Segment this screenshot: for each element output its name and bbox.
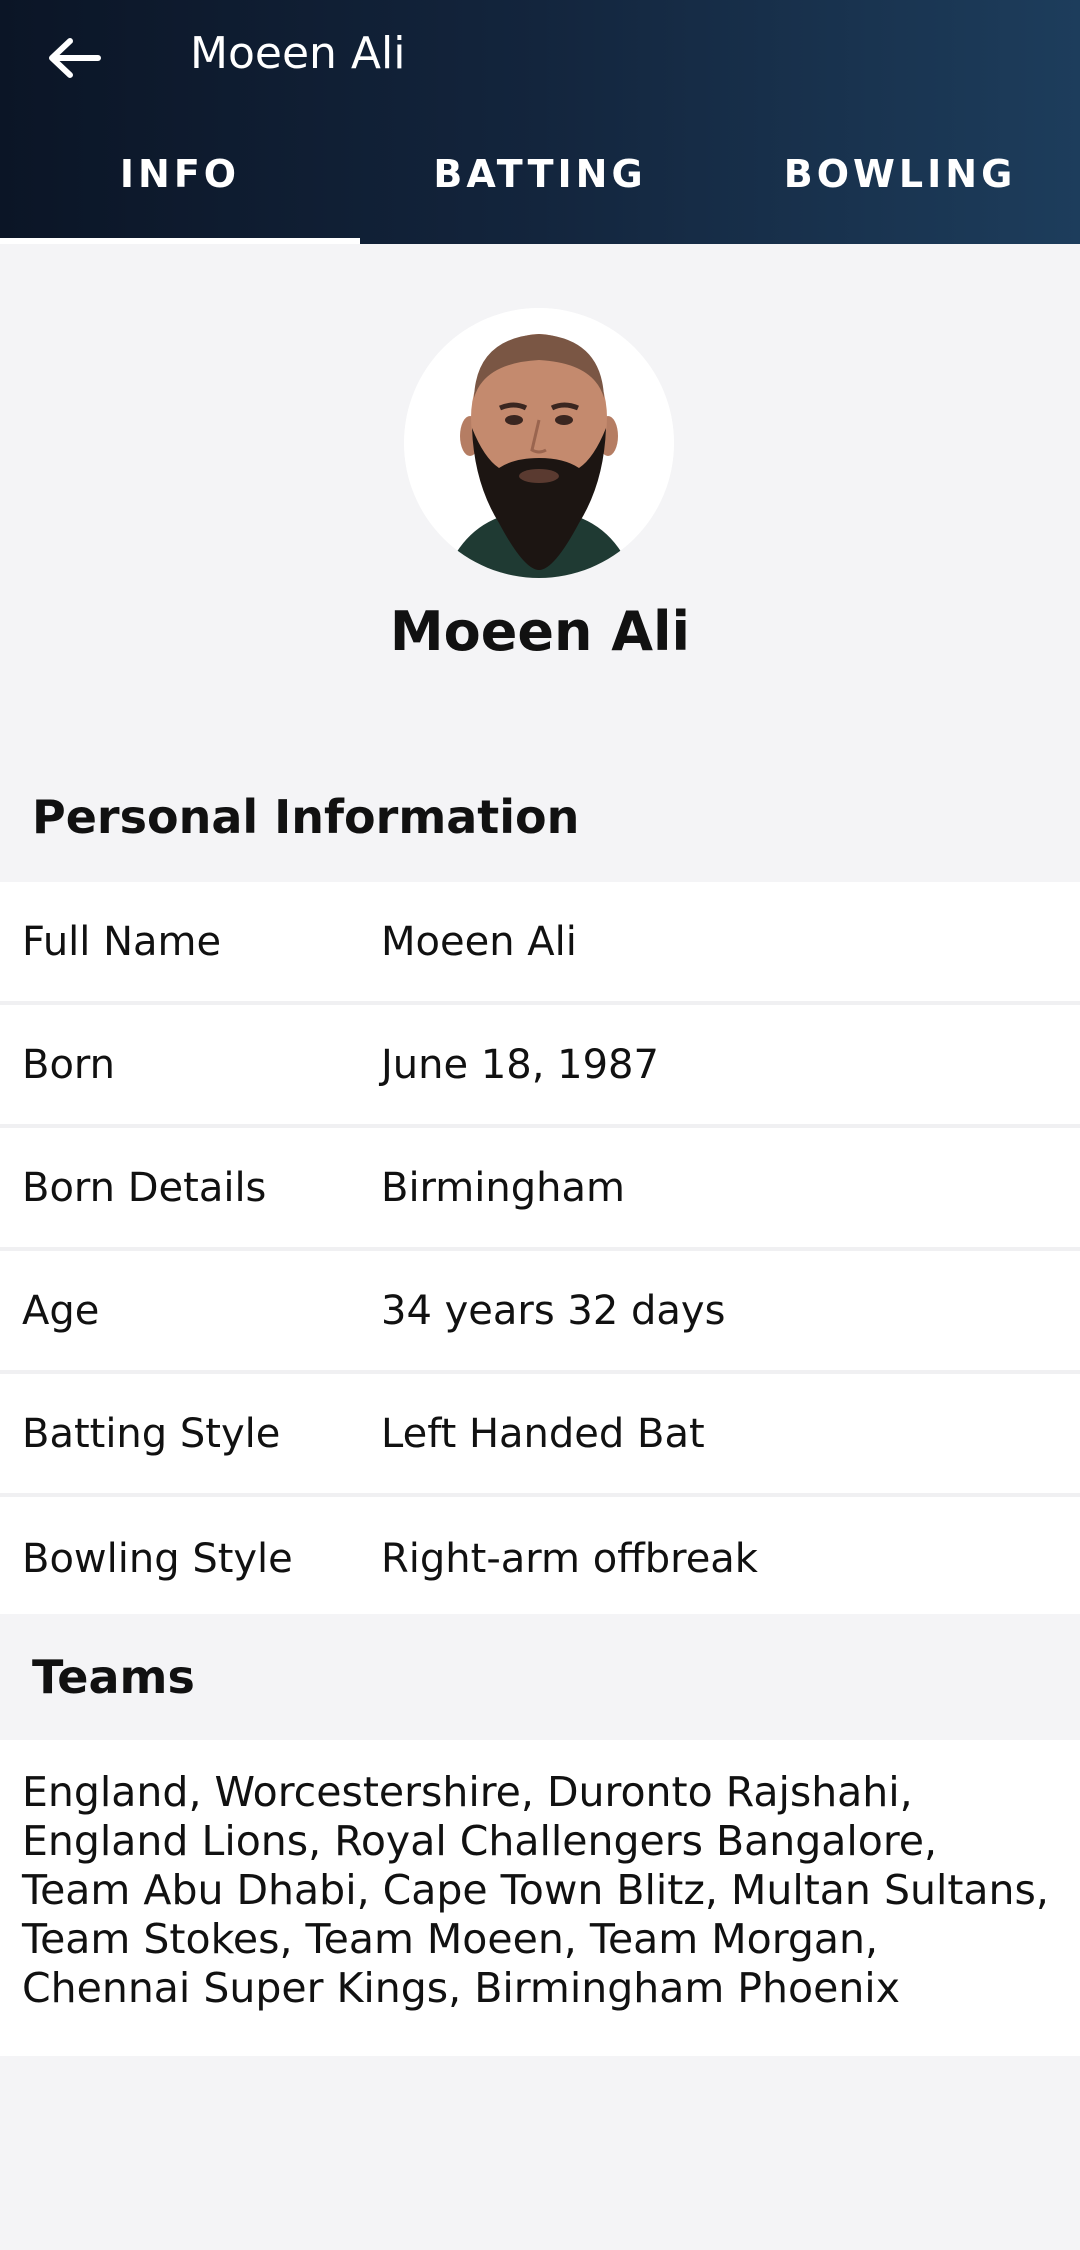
info-row-born-details: Born Details Birmingham [0,1128,1080,1251]
info-row-full-name: Full Name Moeen Ali [0,882,1080,1005]
info-value: June 18, 1987 [381,1041,659,1088]
arrow-left-icon [49,38,101,78]
player-name: Moeen Ali [389,600,691,663]
teams-text: England, Worcestershire, Duronto Rajshah… [22,1768,1049,2012]
info-label: Bowling Style [22,1535,293,1582]
teams-header: Teams [0,1614,1080,1740]
personal-information-heading: Personal Information [32,790,580,844]
tab-batting[interactable]: BATTING [360,116,720,244]
info-row-born: Born June 18, 1987 [0,1005,1080,1128]
top-app-bar: Moeen Ali [0,0,1080,116]
tab-info[interactable]: INFO [0,116,360,244]
info-row-age: Age 34 years 32 days [0,1251,1080,1374]
info-value: Right-arm offbreak [381,1535,758,1582]
back-button[interactable] [36,22,112,94]
info-value: Moeen Ali [381,918,577,965]
info-value: Left Handed Bat [381,1410,705,1457]
info-label: Born Details [22,1164,267,1211]
teams-heading: Teams [32,1650,195,1704]
tab-bar: INFO BATTING BOWLING [0,116,1080,244]
player-photo [404,308,674,578]
info-row-batting-style: Batting Style Left Handed Bat [0,1374,1080,1497]
personal-info-list: Full Name Moeen Ali Born June 18, 1987 B… [0,882,1080,1620]
info-label: Born [22,1041,116,1088]
info-label: Age [22,1287,100,1334]
app-header: Moeen Ali INFO BATTING BOWLING [0,0,1080,244]
tab-bowling[interactable]: BOWLING [720,116,1080,244]
player-profile: Moeen Ali [0,244,1080,744]
info-value: 34 years 32 days [381,1287,726,1334]
teams-list: England, Worcestershire, Duronto Rajshah… [0,1740,1080,2056]
info-row-bowling-style: Bowling Style Right-arm offbreak [0,1497,1080,1620]
info-label: Batting Style [22,1410,281,1457]
avatar [404,308,674,578]
info-label: Full Name [22,918,222,965]
page-title: Moeen Ali [190,28,406,79]
info-value: Birmingham [381,1164,625,1211]
